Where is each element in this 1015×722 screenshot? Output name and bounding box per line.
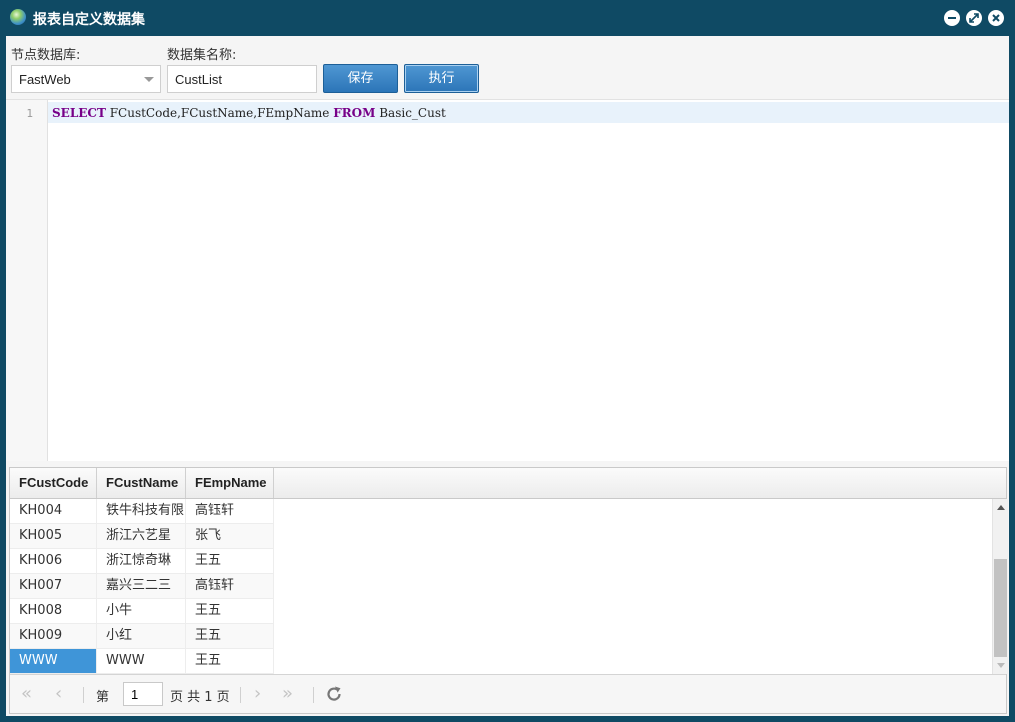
next-page-icon[interactable]: › — [254, 683, 261, 704]
table-cell[interactable]: 浙江六艺星 — [97, 524, 186, 548]
prev-page-icon[interactable]: ‹ — [55, 683, 62, 704]
table-cell[interactable]: KH005 — [10, 524, 97, 548]
table-cell[interactable]: 高钰轩 — [186, 499, 274, 523]
table-row[interactable]: KH006 浙江惊奇琳 王五 — [10, 549, 274, 574]
table-cell[interactable]: 小红 — [97, 624, 186, 648]
sql-keyword-select: SELECT — [52, 106, 106, 120]
table-cell[interactable]: 王五 — [186, 599, 274, 623]
window-title: 报表自定义数据集 — [33, 12, 145, 28]
execute-button[interactable]: 执行 — [404, 64, 479, 93]
table-row[interactable]: WWW WWW 王五 — [10, 649, 274, 674]
scroll-up-icon[interactable] — [997, 505, 1005, 510]
table-row[interactable]: KH007 嘉兴三二三 高钰轩 — [10, 574, 274, 599]
last-page-icon[interactable]: » — [282, 683, 293, 704]
grid-body: KH004 铁牛科技有限 高钰轩 KH005 浙江六艺星 张飞 KH006 浙江惊奇琳 王五 KH… — [10, 499, 992, 674]
table-cell[interactable]: KH004 — [10, 499, 97, 523]
refresh-icon[interactable] — [324, 684, 344, 707]
table-cell[interactable]: 铁牛科技有限 — [97, 499, 186, 523]
save-button[interactable]: 保存 — [323, 64, 398, 93]
maximize-icon — [969, 13, 979, 23]
page-prefix: 第 — [96, 690, 110, 705]
close-icon — [992, 14, 1000, 22]
page-suffix: 页 共 1 页 — [170, 690, 230, 705]
table-row[interactable]: KH009 小红 王五 — [10, 624, 274, 649]
first-page-icon[interactable]: « — [21, 683, 32, 704]
table-cell[interactable]: KH008 — [10, 599, 97, 623]
scroll-thumb[interactable] — [994, 559, 1007, 657]
db-label: 节点数据库: — [11, 48, 81, 63]
maximize-button[interactable] — [966, 10, 982, 26]
result-grid: FCustCode FCustName FEmpName KH004 铁牛科技有限… — [9, 467, 1008, 714]
column-header-fcustcode[interactable]: FCustCode — [10, 468, 97, 498]
table-cell[interactable]: KH007 — [10, 574, 97, 598]
line-gutter: 1 — [6, 100, 48, 461]
table-row[interactable]: KH005 浙江六艺星 张飞 — [10, 524, 274, 549]
table-cell[interactable]: KH006 — [10, 549, 97, 573]
grid-header: FCustCode FCustName FEmpName — [10, 468, 1006, 499]
table-cell[interactable]: 浙江惊奇琳 — [97, 549, 186, 573]
scroll-down-icon[interactable] — [997, 663, 1005, 668]
table-cell[interactable]: 高钰轩 — [186, 574, 274, 598]
dataset-name-label: 数据集名称: — [167, 48, 237, 63]
table-cell[interactable]: 嘉兴三二三 — [97, 574, 186, 598]
table-cell[interactable]: KH009 — [10, 624, 97, 648]
line-number: 1 — [26, 107, 33, 120]
dialog-window: 报表自定义数据集 节点数据库: 数据集名称: FastWeb 保存 执行 1 — [0, 0, 1015, 722]
table-row[interactable]: KH004 铁牛科技有限 高钰轩 — [10, 499, 274, 524]
db-select[interactable]: FastWeb — [11, 65, 161, 93]
minimize-icon — [948, 17, 956, 19]
sql-keyword-from: FROM — [333, 106, 376, 120]
table-cell[interactable]: WWW — [97, 649, 186, 673]
close-button[interactable] — [988, 10, 1004, 26]
sql-columns: FCustCode,FCustName,FEmpName — [105, 106, 334, 120]
dialog-body: 节点数据库: 数据集名称: FastWeb 保存 执行 1 SELECT FCu… — [6, 36, 1009, 716]
db-select-value: FastWeb — [19, 72, 71, 87]
pager-separator — [240, 687, 241, 703]
page-number-input[interactable] — [123, 682, 163, 706]
column-header-fempname[interactable]: FEmpName — [186, 468, 274, 498]
table-cell[interactable]: 王五 — [186, 624, 274, 648]
column-header-fcustname[interactable]: FCustName — [97, 468, 186, 498]
table-cell[interactable]: 张飞 — [186, 524, 274, 548]
title-bar[interactable]: 报表自定义数据集 — [0, 0, 1015, 36]
globe-icon — [10, 9, 26, 25]
sql-code-line[interactable]: SELECT FCustCode,FCustName,FEmpName FROM… — [52, 106, 446, 120]
table-cell[interactable]: 王五 — [186, 649, 274, 673]
pagination-bar: « ‹ 第 页 共 1 页 › » — [10, 674, 1006, 713]
dataset-name-input[interactable] — [167, 65, 317, 93]
sql-table: Basic_Cust — [375, 106, 446, 120]
pager-separator — [83, 687, 84, 703]
pager-separator — [313, 687, 314, 703]
vertical-scrollbar[interactable] — [992, 499, 1008, 674]
sql-editor[interactable]: 1 SELECT FCustCode,FCustName,FEmpName FR… — [6, 99, 1009, 461]
minimize-button[interactable] — [944, 10, 960, 26]
table-row[interactable]: KH008 小牛 王五 — [10, 599, 274, 624]
table-cell[interactable]: WWW — [10, 649, 97, 673]
chevron-down-icon[interactable] — [144, 77, 154, 82]
table-cell[interactable]: 小牛 — [97, 599, 186, 623]
table-cell[interactable]: 王五 — [186, 549, 274, 573]
